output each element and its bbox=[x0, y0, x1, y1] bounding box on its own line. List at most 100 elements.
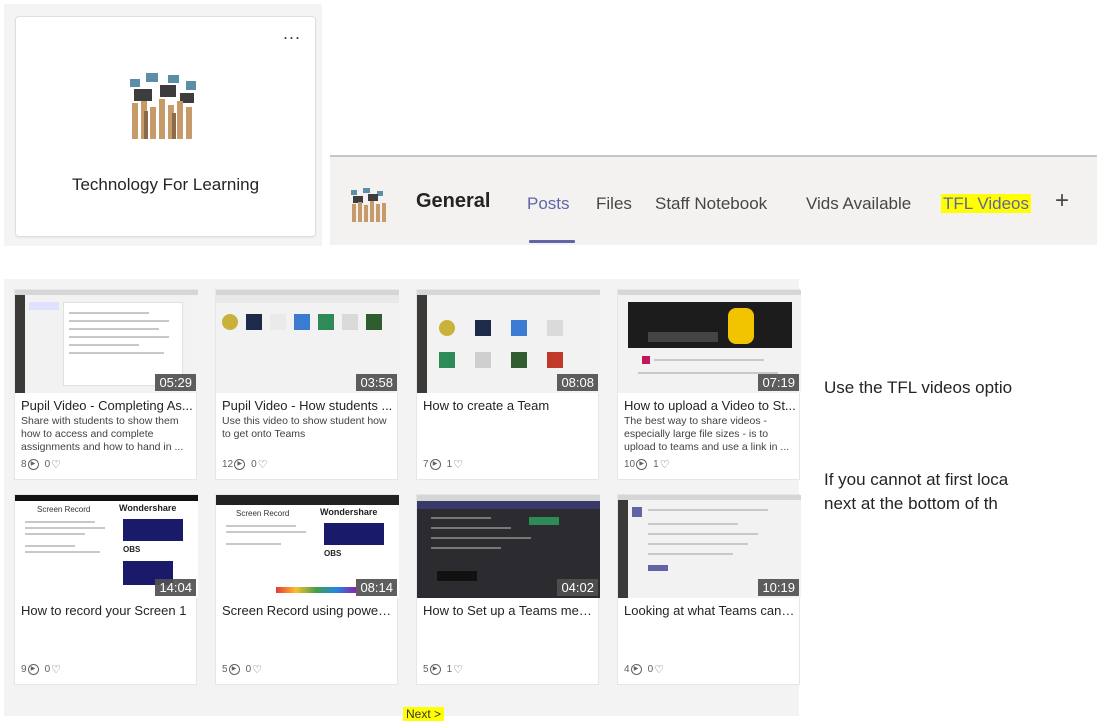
heart-icon: ♡ bbox=[51, 459, 61, 471]
instruction-text-3: next at the bottom of th bbox=[824, 494, 998, 513]
slide-title: Screen Record bbox=[236, 509, 290, 518]
video-tile[interactable]: 03:58 Pupil Video - How students ... Use… bbox=[215, 289, 399, 480]
video-title[interactable]: Pupil Video - How students ... bbox=[222, 398, 394, 413]
slide-brand: Wondershare bbox=[119, 503, 177, 513]
video-thumbnail: 05:29 bbox=[15, 290, 198, 393]
view-count: 8 bbox=[21, 459, 27, 471]
video-duration: 08:08 bbox=[557, 374, 598, 391]
video-description bbox=[423, 620, 593, 659]
video-description bbox=[624, 620, 794, 659]
tab-staff-notebook[interactable]: Staff Notebook bbox=[655, 194, 767, 214]
team-card[interactable]: ... Technology For Learning bbox=[15, 16, 316, 237]
next-page-button[interactable]: Next > bbox=[403, 707, 445, 721]
more-options-icon[interactable]: ... bbox=[283, 23, 301, 44]
like-count: 0 bbox=[44, 459, 51, 471]
like-count: 1 bbox=[653, 459, 659, 471]
like-count: 0 bbox=[44, 664, 51, 676]
add-tab-icon[interactable]: + bbox=[1055, 187, 1069, 215]
channel-name: General bbox=[416, 190, 491, 212]
play-icon: ▶ bbox=[27, 664, 39, 675]
heart-icon: ♡ bbox=[659, 459, 670, 471]
like-count: 0 bbox=[647, 664, 654, 676]
video-tile[interactable]: 10:19 Looking at what Teams can do 4 ▶ 0♡ bbox=[617, 494, 801, 685]
video-title[interactable]: How to create a Team bbox=[423, 398, 595, 413]
instruction-text-1: Use the TFL videos optio bbox=[824, 378, 1013, 397]
video-duration: 04:02 bbox=[557, 579, 598, 596]
team-card-panel: ... Technology For Learning bbox=[4, 4, 322, 246]
video-title[interactable]: Pupil Video - Completing As... bbox=[21, 398, 193, 413]
play-icon: ▶ bbox=[228, 664, 240, 675]
video-tile[interactable]: 04:02 How to Set up a Teams meet... 5 ▶ 1♡ bbox=[416, 494, 600, 685]
like-count: 0 bbox=[245, 664, 252, 676]
video-tile[interactable]: Screen Record Wondershare OBS 14:04 How … bbox=[14, 494, 198, 685]
video-duration: 14:04 bbox=[155, 579, 196, 596]
video-thumbnail: Screen Record Wondershare OBS 14:04 bbox=[15, 495, 198, 598]
slide-obs: OBS bbox=[123, 545, 141, 554]
video-thumbnail: 10:19 bbox=[618, 495, 801, 598]
view-count: 5 bbox=[423, 664, 429, 676]
video-duration: 05:29 bbox=[155, 374, 196, 391]
view-count: 10 bbox=[624, 459, 636, 471]
play-icon: ▶ bbox=[630, 664, 642, 675]
video-description bbox=[423, 415, 593, 454]
video-description bbox=[222, 620, 392, 659]
channel-logo-icon bbox=[351, 188, 386, 222]
play-icon: ▶ bbox=[27, 459, 39, 470]
view-count: 4 bbox=[624, 664, 630, 676]
team-name: Technology For Learning bbox=[71, 175, 260, 194]
video-stats: 10 ▶ 1♡ bbox=[624, 458, 670, 471]
like-count: 0 bbox=[251, 459, 257, 471]
tab-posts[interactable]: Posts bbox=[527, 194, 570, 214]
heart-icon: ♡ bbox=[453, 459, 463, 471]
video-thumbnail: Screen Record Wondershare OBS 08:14 bbox=[216, 495, 399, 598]
video-duration: 08:14 bbox=[356, 579, 397, 596]
video-description: Use this video to show student how to ge… bbox=[222, 415, 387, 440]
view-count: 5 bbox=[222, 664, 228, 676]
video-stats: 12 ▶ 0♡ bbox=[222, 458, 268, 471]
active-tab-indicator bbox=[529, 240, 575, 243]
video-tile[interactable]: Screen Record Wondershare OBS 08:14 Scre… bbox=[215, 494, 399, 685]
video-duration: 03:58 bbox=[356, 374, 397, 391]
video-thumbnail: 08:08 bbox=[417, 290, 600, 393]
play-icon: ▶ bbox=[429, 459, 441, 470]
tab-vids-available[interactable]: Vids Available bbox=[806, 194, 911, 214]
video-stats: 9 ▶ 0♡ bbox=[21, 663, 61, 676]
video-tile[interactable]: 08:08 How to create a Team 7 ▶ 1♡ bbox=[416, 289, 600, 480]
video-stats: 4 ▶ 0♡ bbox=[624, 663, 664, 676]
video-stats: 5 ▶ 1♡ bbox=[423, 663, 463, 676]
video-duration: 10:19 bbox=[758, 579, 799, 596]
heart-icon: ♡ bbox=[257, 459, 268, 471]
instruction-text-2: If you cannot at first loca bbox=[824, 470, 1009, 489]
video-title[interactable]: How to Set up a Teams meet... bbox=[423, 603, 595, 618]
video-stats: 8 ▶ 0♡ bbox=[21, 458, 61, 471]
video-tile[interactable]: 05:29 Pupil Video - Completing As... Sha… bbox=[14, 289, 198, 480]
video-stats: 7 ▶ 1♡ bbox=[423, 458, 463, 471]
tab-files[interactable]: Files bbox=[596, 194, 632, 214]
tab-tfl-videos[interactable]: TFL Videos bbox=[941, 194, 1031, 214]
video-duration: 07:19 bbox=[758, 374, 799, 391]
video-title[interactable]: Screen Record using powerp... bbox=[222, 603, 394, 618]
slide-brand: Wondershare bbox=[320, 507, 378, 517]
play-icon: ▶ bbox=[636, 459, 648, 470]
video-title[interactable]: How to record your Screen 1 bbox=[21, 603, 193, 618]
slide-obs: OBS bbox=[324, 549, 342, 558]
video-description: The best way to share videos - especiall… bbox=[624, 415, 790, 453]
video-stats: 5 ▶ 0♡ bbox=[222, 663, 262, 676]
play-icon: ▶ bbox=[429, 664, 441, 675]
heart-icon: ♡ bbox=[252, 664, 262, 676]
video-title[interactable]: How to upload a Video to St... bbox=[624, 398, 796, 413]
like-count: 1 bbox=[446, 664, 453, 676]
video-thumbnail: 07:19 bbox=[618, 290, 801, 393]
video-title[interactable]: Looking at what Teams can do bbox=[624, 603, 796, 618]
view-count: 7 bbox=[423, 459, 429, 471]
slide-title: Screen Record bbox=[37, 505, 91, 514]
like-count: 1 bbox=[446, 459, 453, 471]
video-description: Share with students to show them how to … bbox=[21, 415, 184, 453]
view-count: 9 bbox=[21, 664, 27, 676]
view-count: 12 bbox=[222, 459, 234, 471]
video-grid: 05:29 Pupil Video - Completing As... Sha… bbox=[4, 279, 801, 721]
video-tile[interactable]: 07:19 How to upload a Video to St... The… bbox=[617, 289, 801, 480]
team-logo-icon bbox=[124, 71, 204, 141]
heart-icon: ♡ bbox=[654, 664, 664, 676]
play-icon: ▶ bbox=[234, 459, 246, 470]
